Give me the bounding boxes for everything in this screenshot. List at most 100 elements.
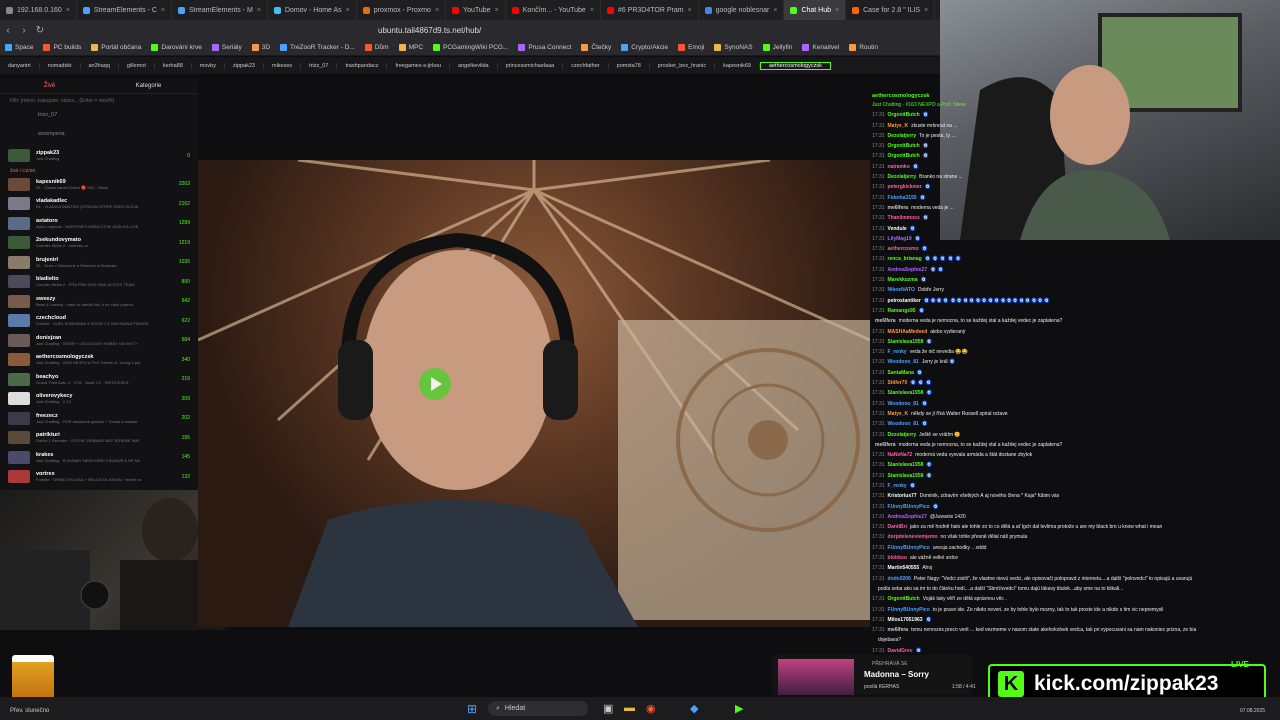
chat-user[interactable]: aethercosmo [888,246,919,252]
stream-row[interactable]: aethercosmologyczsk Just Chatting · #163 … [0,350,198,370]
bookmark-item[interactable]: PC builds [38,44,86,51]
stream-row[interactable]: oliverovykecy Just Chatting · 2.13 209 [0,389,198,409]
chat-user[interactable]: Marekkuzma [888,277,918,283]
clock-date[interactable]: 07.08.2025 [1240,708,1265,714]
bookmark-item[interactable]: MPC [394,44,428,51]
channel-tab[interactable]: pomsta78 [609,62,650,69]
bookmark-item[interactable]: Seriály [207,44,247,51]
chat-user[interactable]: Matys_K [888,411,909,417]
chat-user[interactable]: petrostantiker [888,298,921,304]
chat-user[interactable]: MASHAaMedved [888,329,928,335]
stream-row[interactable]: bladielto Counter-Strike 2 · PRA FRM 0013… [0,272,198,292]
browser-tab[interactable]: StreamElements - C × [77,0,172,20]
chat-user[interactable]: Stanislava1958 [888,473,924,479]
channel-tab[interactable]: prosker_bez_hranic [650,62,716,69]
chat-user[interactable]: FUnnyBUnnyPico [888,504,930,510]
close-tab-icon[interactable]: × [161,7,165,14]
stream-row[interactable]: patrikturi Gothic 1 Remake · GOTHIC REMAK… [0,428,198,448]
chat-user[interactable]: Woodooo_81 [888,401,919,407]
channel-tab[interactable]: princessmichaelaaa [498,62,564,69]
close-tab-icon[interactable]: × [590,7,594,14]
chat-user[interactable]: Dezolatjerry [888,432,917,438]
chat-user[interactable]: dodo0206 [888,576,911,582]
forward-icon[interactable]: › [16,25,32,36]
stream-row[interactable]: beachyo Grand Theft Auto V · GTA · Varr6 … [0,370,198,390]
browser-tab[interactable]: #6 PR3D4TOR Pram × [601,0,699,20]
chat-user[interactable]: Stiifer70 [888,380,908,386]
bookmark-item[interactable]: Crypto/Akcie [616,44,673,51]
chat-user[interactable]: Woodooo_81 [888,359,919,365]
stream-row[interactable]: krakes Just Chatting · B HUMMY NEWYORK! 2… [0,448,198,468]
bookmark-item[interactable]: Kenaitvel [797,44,844,51]
chat-user[interactable]: Martin540555 [888,565,920,571]
chat-user[interactable]: Ramangs95 [888,308,916,314]
tab-categories[interactable]: Kategorie [99,83,198,89]
bookmark-item[interactable]: TreZooR Tracker - D... [275,44,360,51]
browser-tab[interactable]: StreamElements - M × [172,0,268,20]
chat-user[interactable]: dorpdeleneviemjemo [888,534,938,540]
taskbar-search[interactable]: ⌕ Hledat [488,701,588,716]
chat-user[interactable]: FUnnyBUnnyPico [888,607,930,613]
bookmark-item[interactable]: Space [0,44,38,51]
url-input[interactable]: ubuntu.tail4867d9.ts.net/hub/ [378,26,481,35]
media-icon[interactable]: ▶ [735,702,743,715]
stream-row[interactable]: sweezy Bees & Lasting · mám tu záležit hl… [0,292,198,312]
browser-tab[interactable]: Chat Hub × [784,0,847,20]
chat-user[interactable]: SantaMana [888,370,914,376]
play-icon[interactable] [419,368,451,400]
offline-channel[interactable]: trizz_07 [0,108,198,127]
chat-user[interactable]: Milos17051963 [888,617,923,623]
weather-widget[interactable]: Přev. slunečno [10,708,49,714]
close-tab-icon[interactable]: × [835,7,839,14]
browser-tab[interactable]: google noblesnar × [699,0,785,20]
windows-start-icon[interactable]: ⊞ [467,702,477,716]
chat-user[interactable]: Stanislava1958 [888,339,924,345]
bookmark-item[interactable]: Routin [844,44,883,51]
bookmark-item[interactable]: 3D [247,44,275,51]
chat-user[interactable]: Thanilmmoss [888,215,920,221]
close-tab-icon[interactable]: × [688,7,692,14]
close-tab-icon[interactable]: × [257,7,261,14]
channel-tab[interactable]: an3haqq [81,62,119,69]
chat-user[interactable]: Dezolatjerry [888,133,917,139]
chat-user[interactable]: F_renky [888,349,907,355]
chat-user[interactable]: OrgonitButch [888,596,920,602]
bookmark-item[interactable]: SynoNAS [709,44,757,51]
channel-tab[interactable]: freegames-s-jirkou [387,62,451,69]
bookmark-item[interactable]: Emoji [673,44,709,51]
chat-user[interactable]: NaNeNa72 [888,452,913,458]
channel-tab[interactable]: trashpandacz [337,62,388,69]
channel-tab[interactable]: zippak23 [225,62,264,69]
chat-user[interactable]: NikoeNATO [888,287,915,293]
chat-user[interactable]: AndreaSophie27 [888,267,927,273]
stream-video[interactable] [198,160,870,627]
chat-user[interactable]: nairamko [888,164,910,170]
offline-channel[interactable]: woomyena [0,127,198,146]
stream-row[interactable]: vortrex Fortnite · GRIND RELOAD + BELOG N… [0,467,198,487]
bookmark-item[interactable]: Čtečky [576,44,616,51]
close-tab-icon[interactable]: × [435,7,439,14]
reload-icon[interactable]: ↻ [32,25,48,36]
browser-tab[interactable]: Case for 2.8 " ILIS × [846,0,936,20]
chat-user[interactable]: Kristorius77 [888,493,917,499]
chat-user[interactable]: me6lfera [888,627,909,633]
stream-row[interactable]: vladakadlec RL · VLADA A DANTEM (STREAM S… [0,194,198,214]
chat-user[interactable]: Woodooo_81 [888,421,919,427]
stream-row[interactable]: kapesnik69 RL · Čauko kámo! Dobre 🔴 !ND -… [0,175,198,195]
stream-row[interactable]: astatoro Apex Legends · NÁRTENÉ KOBRA ÚTO… [0,214,198,234]
chat-user[interactable]: Stanislava1958 [888,390,924,396]
bookmark-item[interactable]: Jellyfin [758,44,798,51]
filter-input[interactable]: Filtr: jméno, kategorie, název... (Enter… [0,94,198,108]
chat-user[interactable]: me6lfera [875,442,896,448]
chat-user[interactable]: Fidorka3155 [888,195,917,201]
bookmark-item[interactable]: Darování krve [146,44,206,51]
chat-user[interactable]: FUnnyBUnnyPico [888,545,930,551]
close-tab-icon[interactable]: × [924,7,928,14]
browser-icon[interactable]: ◉ [646,702,656,715]
chat-user[interactable]: renca_brianag [888,256,922,262]
close-tab-icon[interactable]: × [66,7,70,14]
stream-row[interactable]: brujenirl RL · Dnes v Nikolovně a Šlameno… [0,253,198,273]
stream-row[interactable]: donixjzan Just Chatting · INTER + LEGO DA… [0,331,198,351]
chat-user[interactable]: OrgonitButch [888,143,920,149]
chat-user[interactable]: LilyMag19 [888,236,912,242]
